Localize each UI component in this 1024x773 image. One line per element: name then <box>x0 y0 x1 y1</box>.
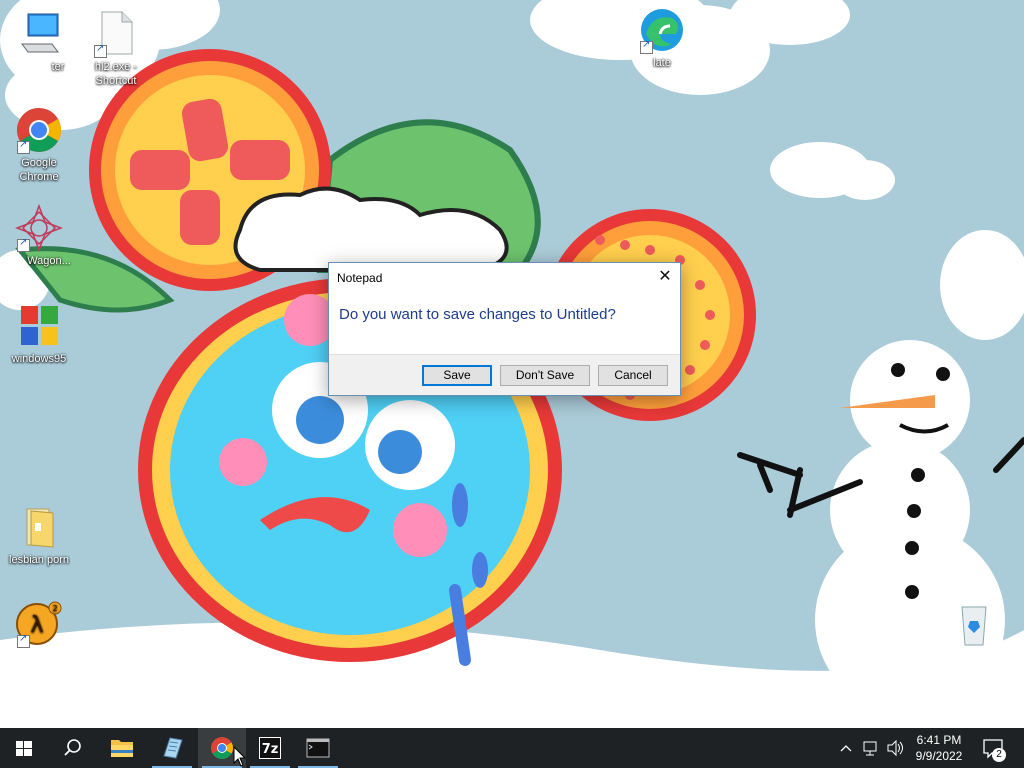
clock-time: 6:41 PM <box>916 733 962 747</box>
start-button[interactable] <box>0 728 48 768</box>
tray-overflow-chevron[interactable] <box>838 728 854 768</box>
desktop-icon-half-life-2[interactable]: λ 2 <box>1 600 77 648</box>
network-icon <box>863 741 877 756</box>
computer-icon <box>16 10 64 58</box>
file-icon <box>92 10 140 58</box>
dialog-footer: Save Don't Save Cancel <box>329 354 680 395</box>
desktop-icon-recycle-bin[interactable] <box>936 601 1012 649</box>
windows-start-icon <box>16 741 32 756</box>
dialog-titlebar[interactable]: Notepad ✕ <box>329 263 680 293</box>
desktop-icon-google-chrome[interactable]: Google Chrome <box>1 106 77 184</box>
folder-icon <box>15 503 63 551</box>
taskbar-file-explorer[interactable] <box>98 728 146 768</box>
shortcut-arrow-icon <box>17 633 30 648</box>
svg-text:2: 2 <box>52 604 57 613</box>
notepad-icon <box>163 737 183 759</box>
close-icon[interactable]: ✕ <box>650 263 680 293</box>
desktop-icon-folder[interactable]: lesbian porn <box>1 503 77 567</box>
shortcut-arrow-icon <box>17 139 30 154</box>
taskbar-terminal[interactable] <box>294 728 342 768</box>
dont-save-button[interactable]: Don't Save <box>500 365 590 386</box>
dialog-message: Do you want to save changes to Untitled? <box>339 306 616 323</box>
wagon-icon <box>14 203 64 253</box>
desktop-icon-wagon[interactable]: Wagon... <box>1 203 77 268</box>
taskbar: 7z 6:41 PM 9/9/2022 <box>0 728 1024 768</box>
desktop[interactable]: ter hl2.exe - Shortcut late <box>0 0 1024 728</box>
edge-icon <box>638 6 686 54</box>
shortcut-arrow-icon <box>640 39 653 54</box>
dialog-title: Notepad <box>337 271 383 285</box>
svg-text:λ: λ <box>30 613 43 638</box>
shortcut-arrow-icon <box>94 43 107 58</box>
shortcut-arrow-icon <box>17 237 30 252</box>
desktop-icon-label: Wagon... <box>27 255 71 267</box>
taskbar-notepad[interactable] <box>148 728 196 768</box>
desktop-icon-label: lesbian porn <box>9 554 69 566</box>
search-button[interactable] <box>48 728 96 768</box>
desktop-icon-label: windows95 <box>11 353 67 365</box>
half-life-icon: λ 2 <box>15 600 63 648</box>
desktop-icon-this-pc[interactable]: ter <box>2 10 78 74</box>
svg-text:7z: 7z <box>262 742 279 757</box>
save-button[interactable]: Save <box>422 365 492 386</box>
mouse-cursor-icon <box>233 746 247 767</box>
desktop-icon-label: ter <box>51 61 65 73</box>
recycle-bin-icon <box>950 601 998 649</box>
desktop-icon-label: hl2.exe - Shortcut <box>94 61 138 87</box>
desktop-icon-label: Google Chrome <box>19 157 59 183</box>
terminal-icon <box>306 738 330 758</box>
chevron-up-icon <box>840 745 852 752</box>
desktop-icon-windows95[interactable]: windows95 <box>1 302 77 366</box>
desktop-icon-hl2-shortcut[interactable]: hl2.exe - Shortcut <box>78 10 154 88</box>
volume-tray[interactable] <box>884 728 906 768</box>
save-changes-dialog: Notepad ✕ Do you want to save changes to… <box>328 262 681 396</box>
taskbar-clock[interactable]: 6:41 PM 9/9/2022 <box>906 732 972 764</box>
cancel-button[interactable]: Cancel <box>598 365 668 386</box>
clock-date: 9/9/2022 <box>915 749 963 763</box>
folder-icon <box>111 740 133 757</box>
taskbar-7zip[interactable]: 7z <box>246 728 294 768</box>
desktop-icon-latest[interactable]: late <box>624 6 700 70</box>
network-tray[interactable] <box>860 728 882 768</box>
7zip-icon: 7z <box>259 737 281 759</box>
desktop-icon-label: late <box>653 57 671 69</box>
search-icon <box>64 739 81 756</box>
windows-logo-icon <box>15 302 63 350</box>
speaker-icon <box>887 739 903 757</box>
notification-count-badge: 2 <box>992 748 1006 762</box>
chrome-icon <box>15 106 63 154</box>
